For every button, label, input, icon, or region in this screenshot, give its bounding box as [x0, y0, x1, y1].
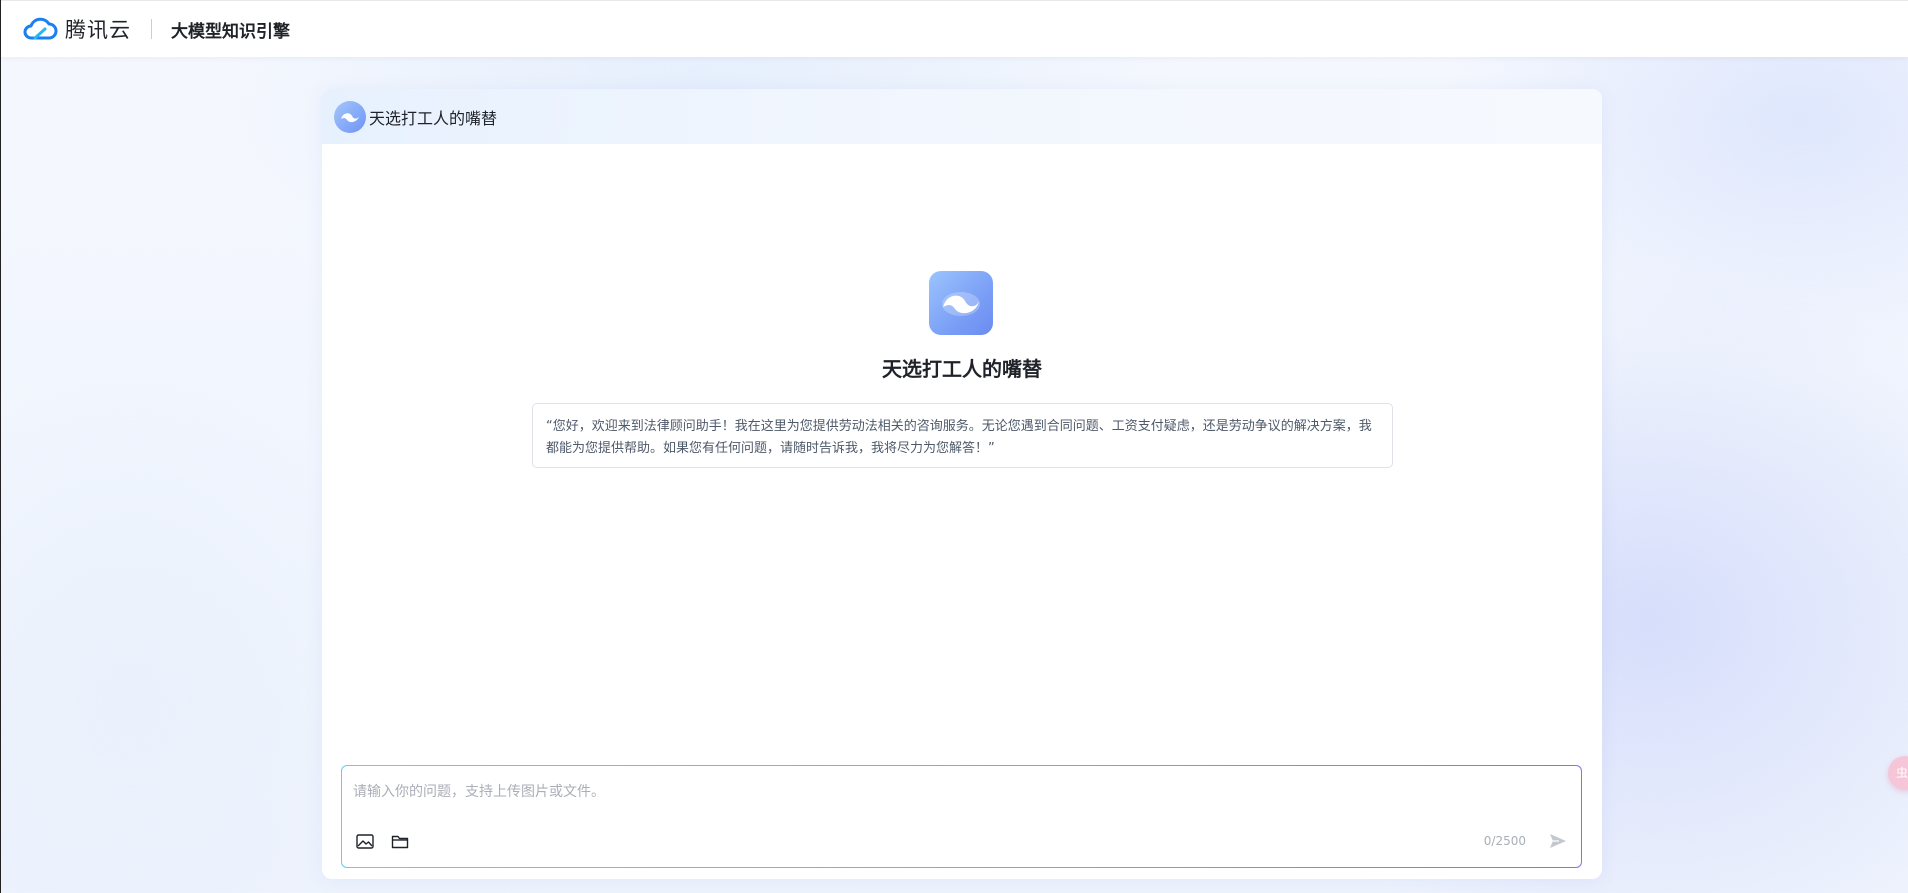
character-counter: 0/2500	[1483, 834, 1526, 848]
assistant-name: 天选打工人的嘴替	[882, 357, 1042, 381]
assistant-avatar-small	[334, 100, 366, 133]
top-navigation-bar: 腾讯云 大模型知识引擎	[1, 0, 1908, 57]
brand-divider	[151, 19, 152, 39]
image-icon[interactable]	[355, 832, 375, 850]
assistant-swirl-icon	[341, 112, 359, 122]
chat-header: 天选打工人的嘴替	[322, 89, 1602, 144]
product-name: 大模型知识引擎	[171, 21, 290, 42]
floating-helper-button[interactable]: 虫	[1888, 756, 1908, 790]
welcome-message: “您好，欢迎来到法律顾问助手！我在这里为您提供劳动法相关的咨询服务。无论您遇到合…	[532, 403, 1393, 468]
brand-name: 腾讯云	[65, 18, 131, 42]
assistant-swirl-icon	[942, 292, 980, 316]
chat-panel: 天选打工人的嘴替 天选打工人的嘴替 “您好，欢迎来到法律顾问助手！我在这里为您提…	[322, 89, 1602, 879]
question-input[interactable]	[342, 766, 1581, 818]
brand[interactable]: 腾讯云	[21, 14, 131, 44]
folder-icon[interactable]	[390, 832, 410, 850]
chat-header-title: 天选打工人的嘴替	[369, 108, 498, 128]
floating-helper-label: 虫	[1896, 766, 1908, 780]
tencent-cloud-logo-icon	[23, 17, 58, 40]
send-icon[interactable]	[1548, 831, 1568, 851]
message-composer: 0/2500	[341, 765, 1582, 868]
assistant-avatar-large	[929, 271, 993, 335]
